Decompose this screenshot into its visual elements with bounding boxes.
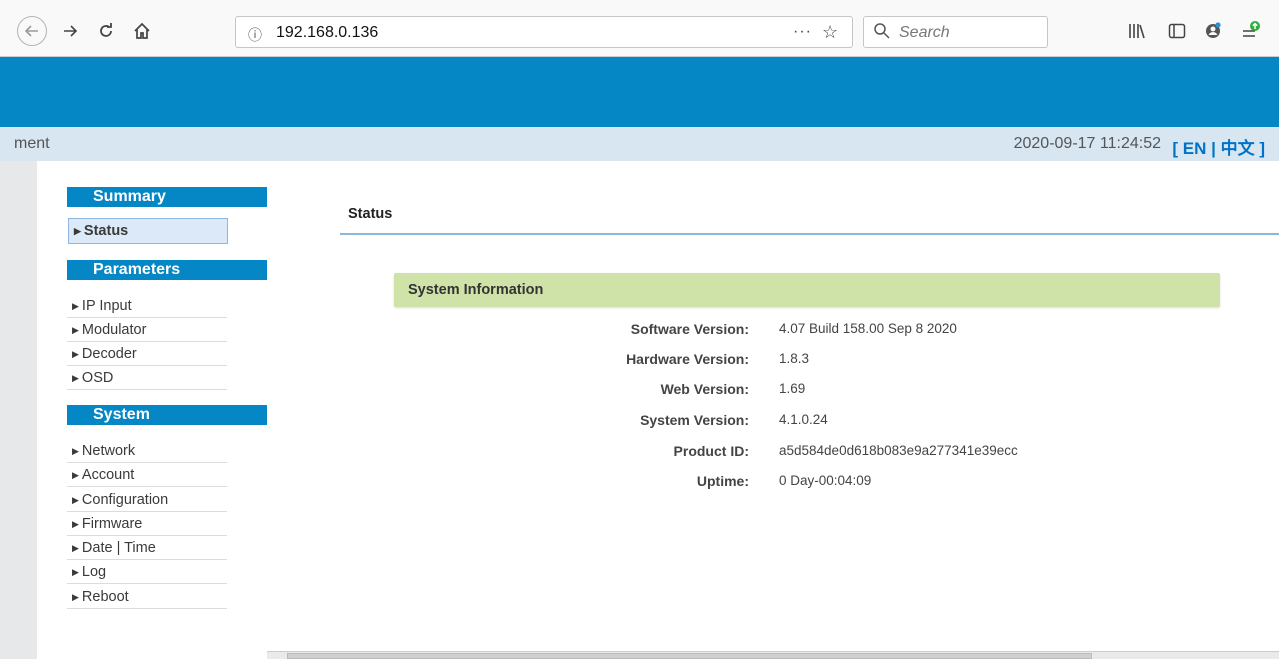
- triangle-right-icon: ▶: [72, 519, 79, 529]
- account-button[interactable]: [1200, 18, 1226, 44]
- bookmark-star-icon[interactable]: ☆: [822, 22, 838, 43]
- triangle-right-icon: ▶: [72, 446, 79, 456]
- sidebar-item-account[interactable]: ▶ Account: [67, 464, 227, 487]
- sidebar-icon: [1168, 23, 1186, 39]
- triangle-right-icon: ▶: [72, 543, 79, 553]
- triangle-right-icon: ▶: [72, 325, 79, 335]
- account-icon: [1206, 22, 1221, 38]
- sidebar-item-label: Configuration: [81, 492, 169, 508]
- sidebar-section-parameters: Parameters: [67, 260, 288, 280]
- address-bar[interactable]: ⓘ 192.168.0.136 ··· ☆: [235, 16, 853, 48]
- hardware-version-value: 1.8.3: [779, 351, 810, 366]
- sidebar-item-date-time[interactable]: ▶ Date | Time: [67, 537, 227, 560]
- triangle-right-icon: ▶: [74, 226, 81, 236]
- sidebar-item-label: Firmware: [81, 516, 143, 532]
- software-version-value: 4.07 Build 158.00 Sep 8 2020: [779, 321, 957, 336]
- url-text[interactable]: 192.168.0.136: [276, 24, 378, 42]
- sidebar-toggle-button[interactable]: [1164, 18, 1190, 44]
- sidebar-item-decoder[interactable]: ▶ Decoder: [67, 343, 227, 366]
- sidebar-item-network[interactable]: ▶ Network: [67, 440, 227, 463]
- system-version-value: 4.1.0.24: [779, 412, 828, 427]
- web-version-label: Web Version:: [660, 381, 749, 397]
- home-icon: [134, 22, 150, 39]
- page-actions-icon[interactable]: ···: [793, 23, 812, 41]
- library-button[interactable]: [1124, 18, 1150, 44]
- page-banner: [0, 57, 1279, 127]
- triangle-right-icon: ▶: [72, 495, 79, 505]
- arrow-left-icon: [24, 25, 38, 37]
- system-version-label: System Version:: [640, 412, 749, 428]
- reload-button[interactable]: [93, 18, 119, 44]
- triangle-right-icon: ▶: [72, 470, 79, 480]
- sidebar-item-label: Reboot: [81, 589, 129, 605]
- scrollbar-thumb[interactable]: [287, 653, 1092, 659]
- search-placeholder: Search: [899, 24, 950, 41]
- triangle-right-icon: ▶: [72, 349, 79, 359]
- sidebar-item-label: Modulator: [81, 322, 147, 338]
- home-button[interactable]: [129, 18, 155, 44]
- software-version-label: Software Version:: [630, 321, 749, 337]
- browser-toolbar: ⓘ 192.168.0.136 ··· ☆ Search: [0, 0, 1279, 57]
- search-input[interactable]: Search: [863, 16, 1048, 48]
- title-divider: [340, 233, 1279, 235]
- sidebar-item-label: Status: [83, 223, 129, 239]
- sidebar-item-log[interactable]: ▶ Log: [67, 561, 227, 584]
- sidebar-section-summary: Summary: [67, 187, 288, 207]
- datetime: 2020-09-17 11:24:52: [1013, 135, 1161, 152]
- uptime-label: Uptime:: [696, 473, 749, 489]
- sidebar-item-firmware[interactable]: ▶ Firmware: [67, 513, 227, 536]
- menu-button[interactable]: [1238, 18, 1264, 44]
- sidebar-item-ip-input[interactable]: ▶ IP Input: [67, 295, 227, 318]
- product-id-label: Product ID:: [673, 443, 749, 459]
- triangle-right-icon: ▶: [72, 592, 79, 602]
- info-bar: ment 2020-09-17 11:24:52 [ EN | 中文 ]: [0, 127, 1279, 161]
- reload-icon: [100, 23, 112, 37]
- update-menu-icon: [1243, 21, 1260, 37]
- hardware-version-label: Hardware Version:: [626, 351, 749, 367]
- sidebar-item-label: Decoder: [81, 346, 137, 362]
- horizontal-scrollbar[interactable]: [267, 651, 1279, 659]
- sidebar-item-label: Network: [81, 443, 136, 459]
- uptime-value: 0 Day-00:04:09: [779, 473, 872, 488]
- forward-button[interactable]: [57, 18, 83, 44]
- left-gutter: [0, 161, 37, 659]
- page-title: Status: [348, 206, 393, 222]
- main-content: Status System Information Software Versi…: [267, 161, 1279, 659]
- sidebar-item-modulator[interactable]: ▶ Modulator: [67, 319, 227, 342]
- web-version-value: 1.69: [779, 381, 806, 396]
- panel-title: System Information: [408, 282, 544, 298]
- sidebar-item-status[interactable]: ▶ Status: [68, 218, 228, 244]
- back-button[interactable]: [17, 16, 47, 46]
- sidebar-item-reboot[interactable]: ▶ Reboot: [67, 586, 227, 609]
- sidebar-item-configuration[interactable]: ▶ Configuration: [67, 489, 227, 512]
- arrow-right-icon: [64, 25, 78, 37]
- sidebar-item-label: Account: [81, 467, 135, 483]
- language-switch[interactable]: [ EN | 中文 ]: [1172, 134, 1265, 159]
- search-icon: [874, 23, 890, 39]
- sidebar-item-label: Date | Time: [81, 540, 156, 556]
- triangle-right-icon: ▶: [72, 373, 79, 383]
- sidebar-item-label: Log: [81, 564, 107, 580]
- product-id-value: a5d584de0d618b083e9a277341e39ecc: [779, 443, 1018, 458]
- breadcrumb: ment: [14, 135, 50, 152]
- library-icon: [1129, 24, 1145, 39]
- sidebar-item-label: IP Input: [81, 298, 132, 314]
- sidebar: Summary ▶ Status Parameters ▶ IP Input ▶ Mo…: [37, 161, 288, 659]
- sidebar-item-label: OSD: [81, 370, 114, 386]
- sidebar-section-system: System: [67, 405, 288, 425]
- info-icon[interactable]: ⓘ: [248, 25, 262, 45]
- triangle-right-icon: ▶: [72, 567, 79, 577]
- sidebar-item-osd[interactable]: ▶ OSD: [67, 367, 227, 390]
- triangle-right-icon: ▶: [72, 301, 79, 311]
- system-information-header: System Information: [394, 273, 1220, 307]
